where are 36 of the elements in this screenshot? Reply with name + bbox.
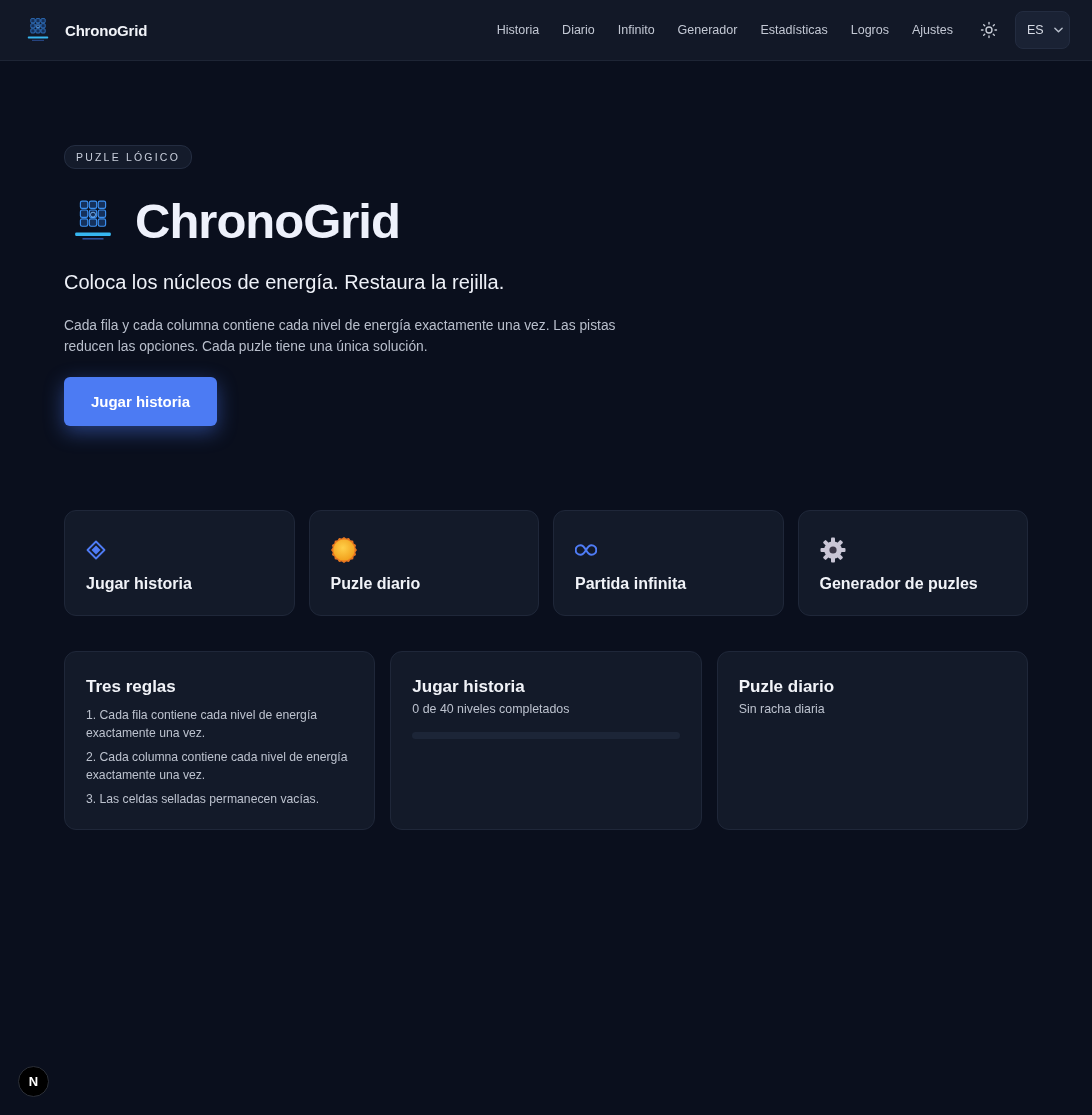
sun-icon (980, 21, 998, 39)
mode-card[interactable]: Jugar historia (64, 510, 295, 616)
rule-text: 3. Las celdas selladas permanecen vacías. (86, 791, 321, 808)
infinity-icon (575, 544, 597, 556)
nav-link[interactable]: Logros (850, 23, 889, 37)
gear-icon (819, 537, 846, 563)
card-title: Jugar historia (412, 676, 526, 698)
nav-link[interactable]: Diario (562, 23, 595, 37)
progress-text: 0 de 40 niveles completados (412, 701, 571, 718)
card-title: Puzle diario (738, 676, 836, 698)
language-select[interactable]: ES (1015, 11, 1070, 49)
hero-subtitle: Coloca los núcleos de energía. Restaura la rejilla. (64, 270, 506, 295)
nav-link[interactable]: Infinito (617, 23, 655, 37)
mode-card[interactable]: Generador de puzles (797, 510, 1028, 616)
grid-logo-icon (26, 18, 50, 42)
chevron-down-icon (1053, 27, 1063, 33)
play-story-button[interactable]: Jugar historia (64, 377, 217, 426)
grid-logo-icon (72, 200, 114, 242)
mode-card[interactable]: Partida infinita (553, 510, 784, 616)
rule-text: 1. Cada fila contiene cada nivel de energía exactamente una vez. (86, 707, 319, 742)
theme-toggle-button[interactable] (979, 20, 999, 40)
nav-link[interactable]: Generador (677, 23, 738, 37)
diamond-icon (86, 540, 106, 560)
dev-tools-button[interactable]: N (18, 1066, 49, 1097)
nav-link[interactable]: Estadísticas (760, 23, 828, 37)
brand-name: ChronoGrid (65, 21, 148, 39)
hero-description: Cada fila y cada columna contiene cada nivel de energía exactamente una vez. Las pistas reducen las opciones. Cada puzle tiene una única solución. (64, 317, 617, 356)
hero-title: ChronoGrid (135, 193, 400, 250)
nav-link[interactable]: Ajustes (912, 23, 953, 37)
rule-text: 2. Cada columna contiene cada nivel de energía exactamente una vez. (86, 749, 349, 784)
streak-text: Sin racha diaria (738, 701, 826, 718)
card-title: Tres reglas (86, 676, 177, 698)
nav-link[interactable]: Historia (496, 23, 540, 37)
sun-icon (330, 537, 357, 563)
category-badge: PUZLE LÓGICO (64, 145, 192, 169)
mode-card[interactable]: Puzle diario (308, 510, 539, 616)
